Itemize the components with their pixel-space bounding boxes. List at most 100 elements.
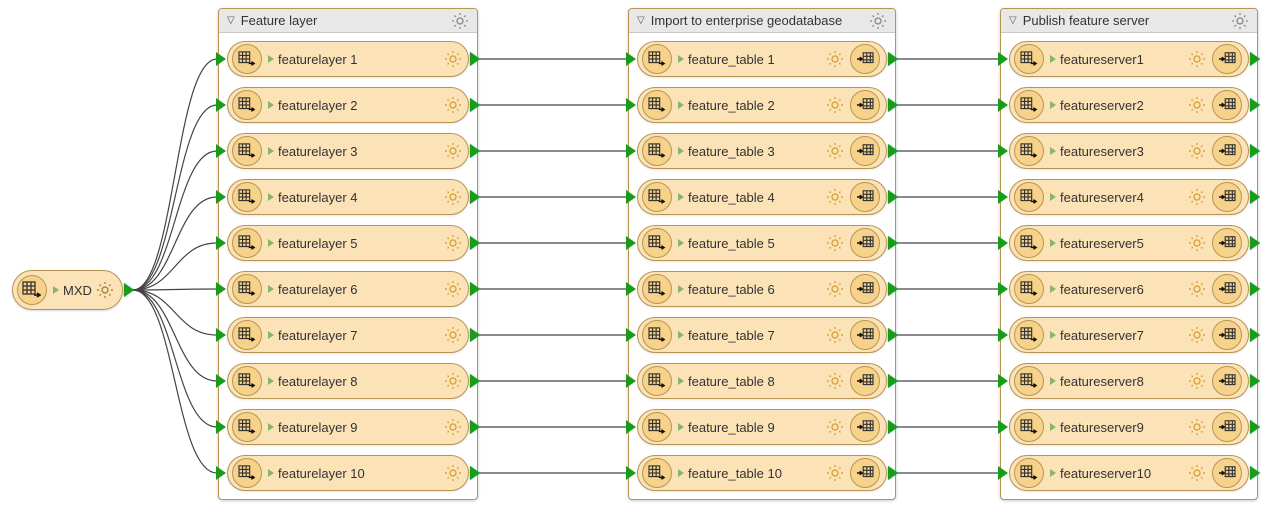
- collapse-icon[interactable]: ▽: [227, 15, 235, 26]
- output-port[interactable]: [888, 328, 898, 342]
- input-port[interactable]: [216, 282, 226, 296]
- output-port[interactable]: [1250, 420, 1260, 434]
- output-port[interactable]: [888, 374, 898, 388]
- gear-icon[interactable]: [444, 234, 462, 252]
- workflow-node[interactable]: featureserver7: [1009, 317, 1249, 353]
- input-port[interactable]: [216, 328, 226, 342]
- gear-icon[interactable]: [96, 281, 114, 299]
- gear-icon[interactable]: [1188, 418, 1206, 436]
- gear-icon[interactable]: [444, 96, 462, 114]
- input-port[interactable]: [216, 236, 226, 250]
- gear-icon[interactable]: [826, 326, 844, 344]
- output-port[interactable]: [888, 190, 898, 204]
- output-port[interactable]: [470, 282, 480, 296]
- gear-icon[interactable]: [1188, 96, 1206, 114]
- output-port[interactable]: [1250, 374, 1260, 388]
- output-port[interactable]: [1250, 236, 1260, 250]
- workflow-node[interactable]: featurelayer 2: [227, 87, 469, 123]
- workflow-node[interactable]: featureserver5: [1009, 225, 1249, 261]
- gear-icon[interactable]: [826, 418, 844, 436]
- workflow-node[interactable]: featureserver2: [1009, 87, 1249, 123]
- input-port[interactable]: [998, 420, 1008, 434]
- workflow-node[interactable]: feature_table 4: [637, 179, 887, 215]
- input-port[interactable]: [998, 374, 1008, 388]
- workflow-node[interactable]: featurelayer 6: [227, 271, 469, 307]
- workflow-node[interactable]: featureserver4: [1009, 179, 1249, 215]
- gear-icon[interactable]: [444, 372, 462, 390]
- input-port[interactable]: [998, 52, 1008, 66]
- input-port[interactable]: [626, 328, 636, 342]
- workflow-node[interactable]: feature_table 10: [637, 455, 887, 491]
- group-header[interactable]: ▽ Publish feature server: [1001, 9, 1257, 33]
- output-port[interactable]: [888, 466, 898, 480]
- gear-icon[interactable]: [826, 372, 844, 390]
- output-port[interactable]: [888, 52, 898, 66]
- output-port[interactable]: [470, 374, 480, 388]
- gear-icon[interactable]: [826, 50, 844, 68]
- workflow-node[interactable]: feature_table 1: [637, 41, 887, 77]
- input-port[interactable]: [998, 466, 1008, 480]
- gear-icon[interactable]: [444, 418, 462, 436]
- output-port[interactable]: [888, 282, 898, 296]
- input-port[interactable]: [998, 236, 1008, 250]
- output-port[interactable]: [1250, 190, 1260, 204]
- input-port[interactable]: [216, 52, 226, 66]
- input-port[interactable]: [998, 190, 1008, 204]
- gear-icon[interactable]: [826, 96, 844, 114]
- gear-icon[interactable]: [826, 188, 844, 206]
- input-port[interactable]: [626, 420, 636, 434]
- workflow-node[interactable]: featurelayer 8: [227, 363, 469, 399]
- input-port[interactable]: [216, 190, 226, 204]
- input-port[interactable]: [626, 98, 636, 112]
- workflow-node[interactable]: featureserver3: [1009, 133, 1249, 169]
- input-port[interactable]: [626, 144, 636, 158]
- input-port[interactable]: [216, 420, 226, 434]
- workflow-node[interactable]: featureserver8: [1009, 363, 1249, 399]
- input-port[interactable]: [998, 328, 1008, 342]
- group-header[interactable]: ▽ Import to enterprise geodatabase: [629, 9, 895, 33]
- gear-icon[interactable]: [444, 188, 462, 206]
- gear-icon[interactable]: [451, 12, 469, 30]
- output-port[interactable]: [470, 98, 480, 112]
- workflow-node[interactable]: featureserver9: [1009, 409, 1249, 445]
- workflow-node[interactable]: featurelayer 7: [227, 317, 469, 353]
- input-port[interactable]: [998, 98, 1008, 112]
- gear-icon[interactable]: [1231, 12, 1249, 30]
- gear-icon[interactable]: [826, 234, 844, 252]
- input-port[interactable]: [998, 144, 1008, 158]
- workflow-node[interactable]: feature_table 2: [637, 87, 887, 123]
- output-port[interactable]: [470, 466, 480, 480]
- gear-icon[interactable]: [1188, 280, 1206, 298]
- gear-icon[interactable]: [826, 280, 844, 298]
- input-port[interactable]: [626, 282, 636, 296]
- workflow-node[interactable]: featurelayer 4: [227, 179, 469, 215]
- output-port[interactable]: [1250, 52, 1260, 66]
- workflow-node[interactable]: feature_table 5: [637, 225, 887, 261]
- input-port[interactable]: [216, 98, 226, 112]
- gear-icon[interactable]: [1188, 464, 1206, 482]
- workflow-node[interactable]: feature_table 6: [637, 271, 887, 307]
- workflow-node[interactable]: feature_table 3: [637, 133, 887, 169]
- workflow-node[interactable]: featurelayer 5: [227, 225, 469, 261]
- gear-icon[interactable]: [444, 464, 462, 482]
- collapse-icon[interactable]: ▽: [1009, 15, 1017, 26]
- output-port[interactable]: [124, 283, 134, 297]
- workflow-node[interactable]: featurelayer 1: [227, 41, 469, 77]
- input-port[interactable]: [626, 466, 636, 480]
- workflow-node[interactable]: featurelayer 10: [227, 455, 469, 491]
- gear-icon[interactable]: [444, 142, 462, 160]
- output-port[interactable]: [470, 190, 480, 204]
- output-port[interactable]: [470, 52, 480, 66]
- output-port[interactable]: [1250, 328, 1260, 342]
- gear-icon[interactable]: [1188, 372, 1206, 390]
- workflow-node[interactable]: featurelayer 9: [227, 409, 469, 445]
- output-port[interactable]: [1250, 466, 1260, 480]
- output-port[interactable]: [470, 420, 480, 434]
- output-port[interactable]: [888, 144, 898, 158]
- gear-icon[interactable]: [444, 326, 462, 344]
- workflow-node[interactable]: feature_table 7: [637, 317, 887, 353]
- output-port[interactable]: [470, 328, 480, 342]
- gear-icon[interactable]: [1188, 326, 1206, 344]
- gear-icon[interactable]: [444, 280, 462, 298]
- input-port[interactable]: [626, 374, 636, 388]
